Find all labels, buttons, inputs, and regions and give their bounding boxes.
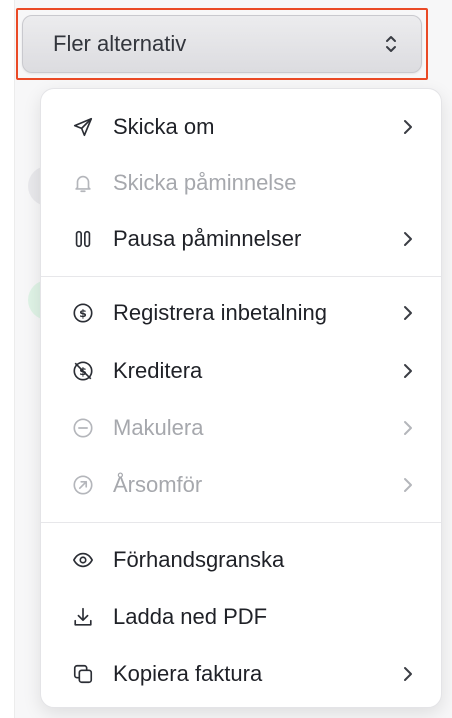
menu-item-label: Ladda ned PDF [113, 604, 268, 629]
copy-icon [71, 662, 95, 686]
menu-item-label: Årsomför [113, 472, 203, 497]
chevron-right-icon [401, 665, 415, 683]
arrow-up-right-circle-icon [71, 473, 95, 497]
chevron-right-icon [401, 419, 415, 437]
menu-item-skicka-om[interactable]: Skicka om [41, 99, 441, 155]
select-label: Fler alternativ [53, 31, 187, 56]
menu-item-label: Förhandsgranska [113, 547, 285, 572]
chevron-up-down-icon [383, 33, 399, 55]
menu-item-pausa-paminnelser[interactable]: Pausa påminnelser [41, 211, 441, 267]
eye-icon [71, 548, 95, 572]
menu-item-skicka-paminnelse: Skicka påminnelse [41, 155, 441, 211]
chevron-right-icon [401, 304, 415, 322]
menu-item-label: Skicka påminnelse [113, 170, 297, 195]
menu-divider [41, 522, 441, 523]
menu-item-kopiera-faktura[interactable]: Kopiera faktura [41, 646, 441, 702]
menu-item-forhandsgranska[interactable]: Förhandsgranska [41, 532, 441, 588]
bell-icon [71, 171, 95, 195]
pause-icon [71, 227, 95, 251]
menu-item-label: Makulera [113, 415, 204, 440]
dollar-circle-icon: $ [71, 301, 95, 325]
more-options-menu: Skicka om Skicka påminnelse Pausa påminn… [40, 88, 442, 708]
menu-item-registrera-inbetalning[interactable]: $ Registrera inbetalning [41, 285, 441, 341]
chevron-right-icon [401, 476, 415, 494]
svg-text:$: $ [79, 307, 87, 320]
menu-item-arsomfor: Årsomför [41, 457, 441, 513]
select-focus-outline: Fler alternativ [16, 8, 428, 80]
more-options-select[interactable]: Fler alternativ [22, 15, 422, 73]
download-icon [71, 605, 95, 629]
menu-item-label: Kopiera faktura [113, 661, 263, 686]
send-icon [71, 115, 95, 139]
menu-item-label: Pausa påminnelser [113, 226, 302, 251]
chevron-right-icon [401, 230, 415, 248]
menu-item-makulera: Makulera [41, 400, 441, 456]
dollar-crossed-icon: $ [71, 359, 95, 383]
chevron-right-icon [401, 362, 415, 380]
menu-item-label: Registrera inbetalning [113, 300, 328, 325]
background-panel-edge [0, 0, 15, 718]
menu-item-kreditera[interactable]: $ Kreditera [41, 343, 441, 399]
menu-divider [41, 276, 441, 277]
menu-item-ladda-ned-pdf[interactable]: Ladda ned PDF [41, 589, 441, 645]
chevron-right-icon [401, 118, 415, 136]
minus-circle-icon [71, 416, 95, 440]
menu-item-label: Skicka om [113, 114, 215, 139]
page: Fler alternativ Skicka om Skicka påminne… [0, 0, 452, 718]
menu-item-label: Kreditera [113, 358, 203, 383]
